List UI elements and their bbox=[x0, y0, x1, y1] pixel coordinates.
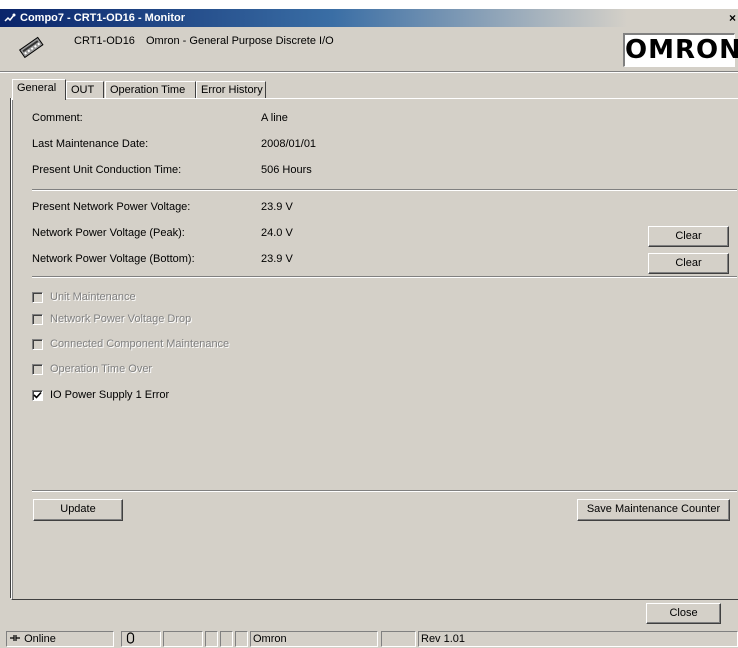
checkbox-box[interactable] bbox=[32, 390, 43, 401]
last-maintenance-label: Last Maintenance Date: bbox=[32, 138, 149, 150]
conduction-time-value: 506 Hours bbox=[261, 164, 312, 176]
network-icon bbox=[10, 635, 20, 641]
vendor-panel: Omron bbox=[250, 631, 378, 647]
checkbox-label: Operation Time Over bbox=[50, 363, 153, 375]
status-panel-empty bbox=[205, 631, 218, 647]
peak-voltage-value: 24.0 V bbox=[261, 227, 293, 239]
tab-error-history[interactable]: Error History bbox=[196, 81, 266, 99]
checkbox-box bbox=[32, 339, 43, 350]
monitor-window: Compo7 - CRT1-OD16 - Monitor × CRT1-OD16… bbox=[0, 9, 738, 648]
peak-voltage-label: Network Power Voltage (Peak): bbox=[32, 227, 185, 239]
update-button[interactable]: Update bbox=[33, 499, 123, 521]
section-divider bbox=[32, 276, 737, 278]
checkbox-box bbox=[32, 292, 43, 303]
device-vendor-description: Omron - General Purpose Discrete I/O bbox=[146, 35, 334, 47]
section-divider bbox=[32, 189, 737, 191]
comment-label: Comment: bbox=[32, 112, 83, 124]
status-panel-empty bbox=[235, 631, 248, 647]
online-status-label: Online bbox=[24, 633, 56, 645]
window-title: Compo7 - CRT1-OD16 - Monitor bbox=[20, 12, 185, 24]
clear-bottom-button[interactable]: Clear bbox=[648, 253, 729, 274]
device-model: CRT1-OD16 bbox=[74, 35, 135, 47]
checkbox-label: Network Power Voltage Drop bbox=[50, 313, 192, 325]
tab-general[interactable]: General bbox=[12, 79, 66, 100]
tab-out[interactable]: OUT bbox=[66, 81, 104, 99]
checkmark-icon bbox=[33, 391, 42, 399]
clear-peak-button[interactable]: Clear bbox=[648, 226, 729, 247]
checkbox-box bbox=[32, 364, 43, 375]
app-icon bbox=[4, 13, 16, 22]
general-tab-panel: Comment: A line Last Maintenance Date: 2… bbox=[11, 98, 738, 600]
checkbox-label: Connected Component Maintenance bbox=[50, 338, 230, 350]
checkbox-label: Unit Maintenance bbox=[50, 291, 136, 303]
tab-operation-time[interactable]: Operation Time bbox=[105, 81, 196, 99]
conduction-time-label: Present Unit Conduction Time: bbox=[32, 164, 182, 176]
title-bar[interactable]: Compo7 - CRT1-OD16 - Monitor × bbox=[0, 9, 738, 27]
present-voltage-value: 23.9 V bbox=[261, 201, 293, 213]
last-maintenance-value: 2008/01/01 bbox=[261, 138, 317, 150]
status-bar: Online Omron Rev 1.01 bbox=[0, 629, 738, 648]
comment-value: A line bbox=[261, 112, 288, 124]
device-module-icon bbox=[18, 36, 44, 59]
checkbox-box bbox=[32, 314, 43, 325]
device-status-icon bbox=[126, 632, 135, 644]
status-indicator-panel bbox=[121, 631, 161, 647]
revision-panel: Rev 1.01 bbox=[418, 631, 738, 647]
device-header: CRT1-OD16 Omron - General Purpose Discre… bbox=[0, 27, 738, 69]
close-icon[interactable]: × bbox=[729, 9, 736, 27]
bottom-voltage-label: Network Power Voltage (Bottom): bbox=[32, 253, 195, 265]
online-status-panel: Online bbox=[6, 631, 114, 647]
bottom-voltage-value: 23.9 V bbox=[261, 253, 293, 265]
checkbox-label: IO Power Supply 1 Error bbox=[50, 389, 170, 401]
section-divider bbox=[32, 490, 737, 492]
status-panel-empty bbox=[381, 631, 416, 647]
header-divider bbox=[0, 71, 738, 73]
close-button[interactable]: Close bbox=[646, 603, 721, 624]
save-maintenance-counter-button[interactable]: Save Maintenance Counter bbox=[577, 499, 730, 521]
omron-logo: OMRON bbox=[623, 33, 738, 67]
device-description: CRT1-OD16 Omron - General Purpose Discre… bbox=[74, 35, 334, 47]
present-voltage-label: Present Network Power Voltage: bbox=[32, 201, 191, 213]
status-panel-empty bbox=[220, 631, 233, 647]
status-panel-empty bbox=[163, 631, 203, 647]
